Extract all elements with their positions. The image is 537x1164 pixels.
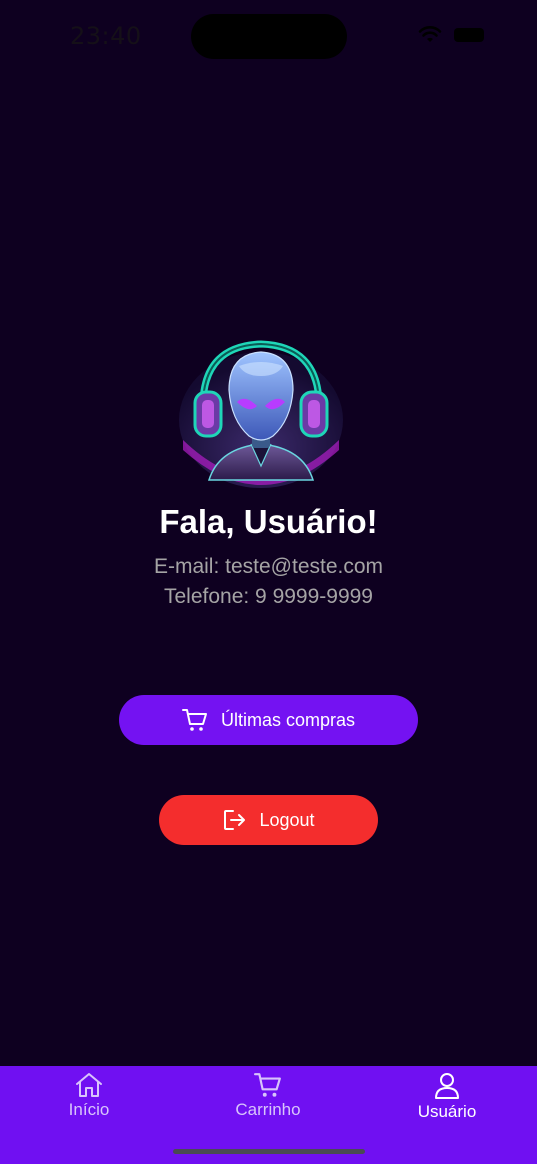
phone-text: Telefone: 9 9999-9999 [163, 585, 373, 608]
logout-icon [224, 810, 246, 830]
logout-button[interactable]: Logout [159, 795, 378, 845]
user-icon [435, 1073, 459, 1099]
tab-home-label: Início [68, 1100, 110, 1119]
home-indicator [173, 1149, 365, 1154]
last-purchases-label: Últimas compras [220, 709, 356, 730]
battery-icon [454, 28, 484, 42]
greeting-title: Fala, Usuário! [159, 503, 378, 540]
cart-icon [181, 709, 207, 731]
tab-home[interactable]: Início [19, 1072, 159, 1120]
status-time: 23:40 [70, 22, 142, 50]
dynamic-island [191, 14, 347, 59]
logout-label: Logout [259, 809, 315, 830]
tab-user[interactable]: Usuário [377, 1072, 517, 1122]
email-text: E-mail: teste@teste.com [153, 555, 384, 578]
status-bar: 23:40 [0, 0, 537, 72]
avatar [179, 340, 343, 488]
home-icon [76, 1073, 102, 1097]
cart-icon [254, 1073, 281, 1097]
tab-cart-label: Carrinho [235, 1100, 301, 1119]
tab-cart[interactable]: Carrinho [198, 1072, 338, 1120]
wifi-icon [418, 26, 442, 42]
tab-user-label: Usuário [417, 1102, 477, 1121]
last-purchases-button[interactable]: Últimas compras [119, 695, 418, 745]
